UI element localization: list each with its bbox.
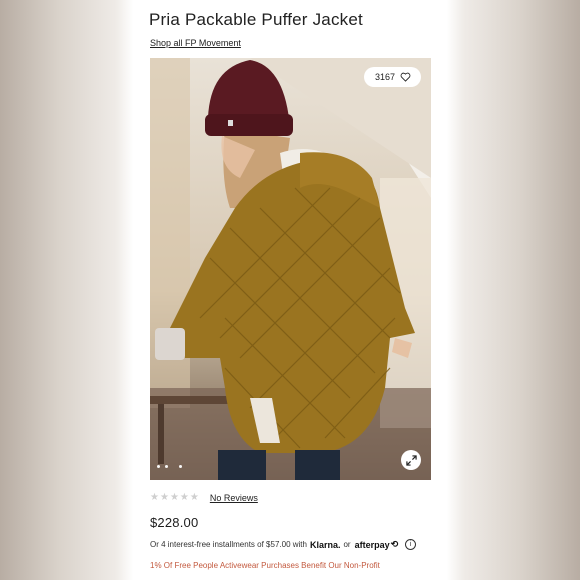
expand-image-button[interactable] — [401, 450, 421, 470]
star-icon: ★ — [179, 492, 189, 503]
star-icon: ★ — [189, 492, 199, 503]
star-icon: ★ — [159, 492, 169, 503]
gallery-dot-2[interactable] — [165, 465, 168, 468]
afterpay-icon: ⟲ — [390, 539, 399, 549]
klarna-logo[interactable]: Klarna. — [310, 540, 341, 550]
like-count: 3167 — [374, 72, 395, 82]
afterpay-logo[interactable]: afterpay ⟲ — [355, 539, 399, 550]
installments-or: or — [343, 540, 351, 549]
heart-icon — [400, 72, 411, 82]
product-image[interactable]: 3167 — [150, 58, 431, 480]
star-rating: ★ ★ ★ ★ ★ — [150, 493, 199, 503]
expand-icon — [405, 454, 417, 466]
like-button[interactable]: 3167 — [363, 67, 421, 87]
non-profit-promo-link[interactable]: 1% Of Free People Activewear Purchases B… — [150, 561, 380, 570]
installments-row: Or 4 interest-free installments of $57.0… — [150, 539, 417, 550]
gallery-dot-1[interactable] — [157, 465, 160, 468]
info-icon[interactable]: i — [405, 539, 417, 550]
shop-all-link[interactable]: Shop all FP Movement — [150, 38, 241, 48]
product-photo-illustration — [150, 58, 431, 480]
product-title: Pria Packable Puffer Jacket — [149, 10, 363, 29]
afterpay-label: afterpay — [354, 539, 390, 550]
gallery-dot-3[interactable] — [179, 465, 182, 468]
star-icon: ★ — [150, 492, 159, 503]
rating-row: ★ ★ ★ ★ ★ No Reviews — [150, 493, 258, 504]
reviews-link[interactable]: No Reviews — [210, 493, 258, 503]
star-icon: ★ — [169, 492, 179, 503]
product-price: $228.00 — [150, 515, 199, 530]
installments-text: Or 4 interest-free installments of $57.0… — [150, 540, 307, 549]
product-panel: Pria Packable Puffer Jacket Shop all FP … — [135, 0, 445, 580]
gallery-dots — [157, 465, 182, 468]
